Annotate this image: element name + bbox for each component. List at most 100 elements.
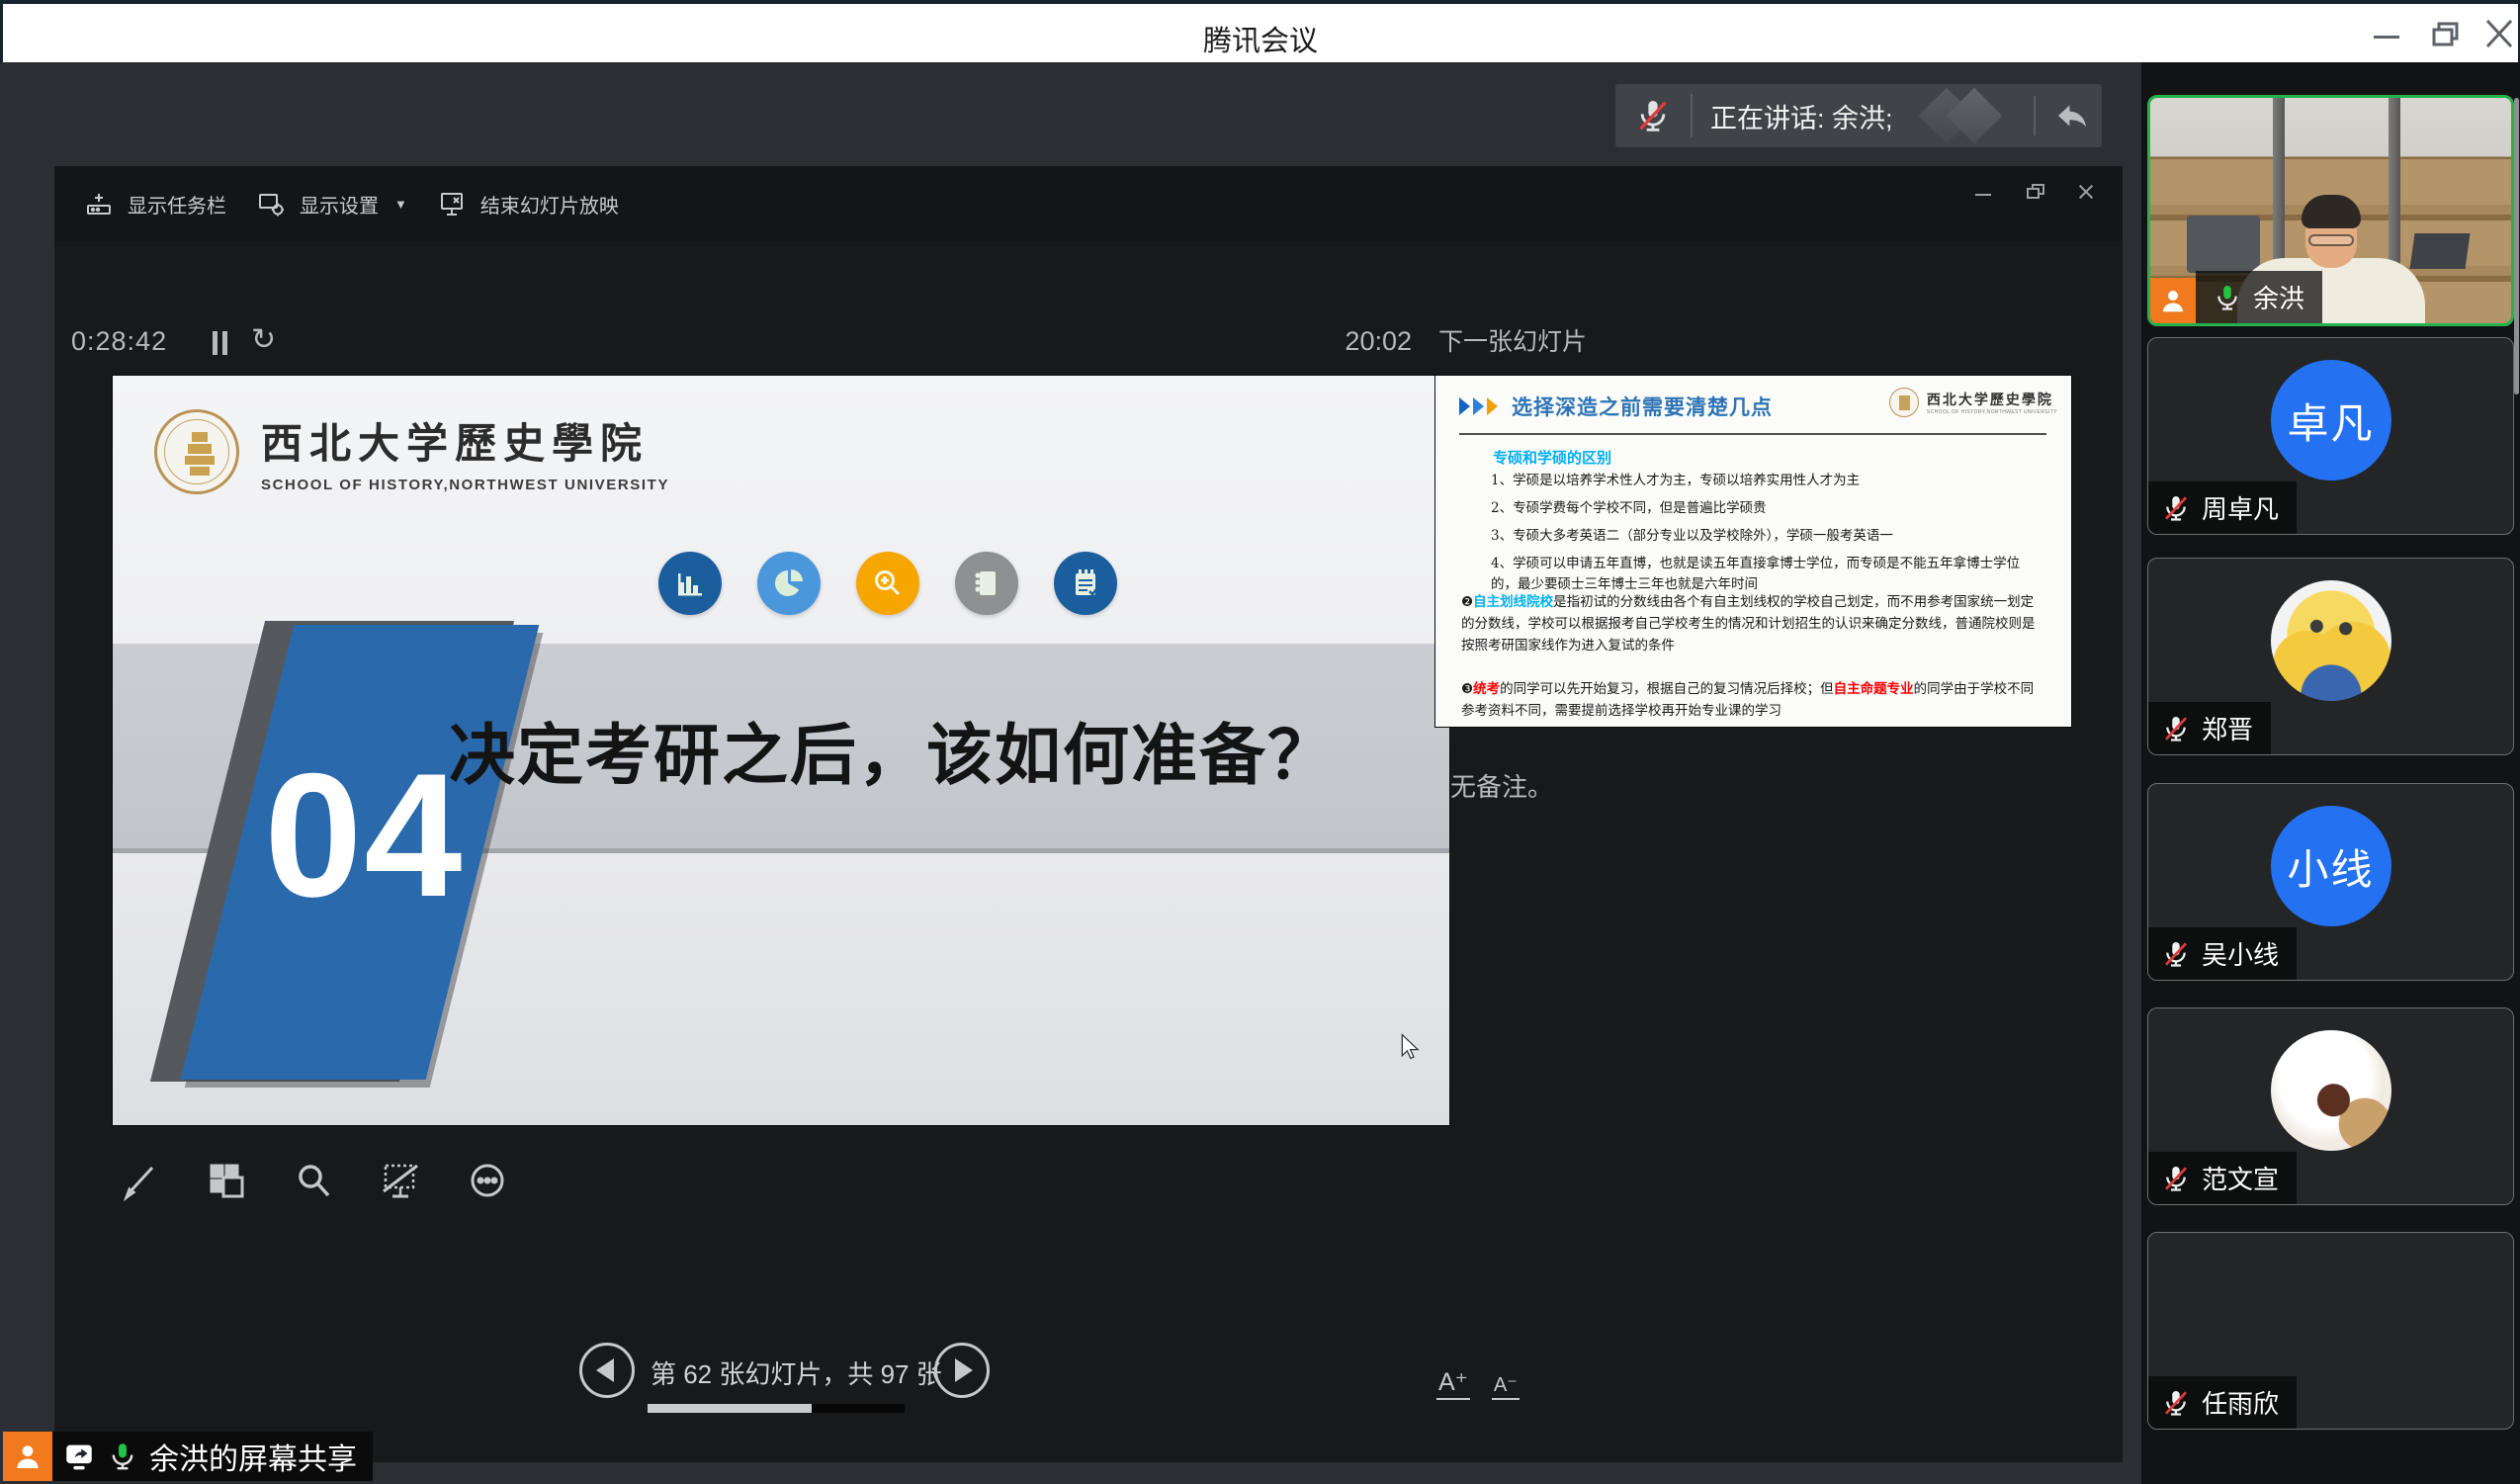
preview-point: 1、学硕是以培养学术性人才为主，专硕以培养实用性人才为主	[1491, 471, 2030, 491]
notes-placeholder: 无备注。	[1450, 767, 1553, 804]
restart-timer-button[interactable]: ↻	[251, 322, 276, 357]
speaking-now-text: 正在讲话: 余洪;	[1710, 97, 1893, 135]
font-decrease-button[interactable]: A⁻	[1492, 1372, 1520, 1400]
pen-tool-button[interactable]	[114, 1155, 165, 1206]
font-increase-button[interactable]: A⁺	[1436, 1367, 1470, 1400]
initials-avatar: 小线	[2271, 806, 2391, 926]
end-slideshow-button[interactable]: 结束幻灯片放映	[437, 189, 619, 218]
preview-header: 选择深造之前需要清楚几点	[1459, 392, 1773, 421]
display-settings-icon	[256, 189, 286, 218]
emphasis-cyan: 自主划线院校	[1473, 594, 1553, 610]
window-title: 腾讯会议	[3, 18, 2518, 59]
preview-points-list: 1、学硕是以培养学术性人才为主，专硕以培养实用性人才为主 2、专硕学费每个学校不…	[1491, 471, 2030, 602]
university-seal-icon	[154, 409, 239, 494]
initials-avatar: 卓凡	[2271, 360, 2391, 480]
muted-mic-icon	[2160, 938, 2192, 970]
slide-progress-bar[interactable]	[648, 1404, 905, 1413]
participant-name-bar: 余洪	[2196, 271, 2322, 323]
preview-point: 2、专硕学费每个学校不同，但是普遍比学硕贵	[1491, 498, 2030, 519]
preview-heading: 专硕和学硕的区别	[1493, 447, 1611, 468]
pie-chart-icon	[757, 552, 821, 615]
sidebar-scrollbar[interactable]	[2514, 98, 2519, 394]
participant-name: 范文宣	[2202, 1160, 2279, 1196]
presenter-restore-button[interactable]	[2024, 180, 2049, 204]
presenter-window-controls	[1972, 180, 2101, 204]
screen-share-icon	[62, 1440, 96, 1473]
participant-tile-renyuxin[interactable]: 任雨欣	[2147, 1232, 2514, 1430]
tencent-meeting-logo-icon	[1921, 90, 2010, 141]
slide-browser-button[interactable]	[201, 1155, 252, 1206]
bullet-2: ❷	[1461, 594, 1473, 610]
pause-timer-button[interactable]	[206, 328, 235, 358]
photo-avatar-minions	[2271, 580, 2391, 701]
participant-tile-zhengjin[interactable]: 郑晋	[2147, 558, 2514, 755]
bullet-3: ❸	[1461, 681, 1473, 697]
slide-position-text: 第 62 张幻灯片，共 97 张	[651, 1354, 927, 1391]
more-options-button[interactable]	[462, 1155, 513, 1206]
university-seal-icon	[1889, 388, 1919, 417]
muted-mic-icon	[1633, 96, 1673, 135]
preview-slide-title: 选择深造之前需要清楚几点	[1512, 392, 1773, 421]
participant-name: 周卓凡	[2202, 489, 2279, 526]
participant-name-bar: 范文宣	[2148, 1152, 2297, 1204]
active-mic-icon	[106, 1440, 139, 1473]
display-settings-label: 显示设置	[300, 190, 379, 218]
participant-tile-wuxiaoxian[interactable]: 小线 吴小线	[2147, 783, 2514, 981]
preview-school-logo: 西北大学歷史學院 SCHOOL OF HISTORY,NORTHWEST UNI…	[1889, 388, 2057, 417]
black-screen-button[interactable]	[375, 1155, 426, 1206]
next-slide-label: 下一张幻灯片	[1438, 322, 1587, 358]
participant-tile-zhouzhuofan[interactable]: 卓凡 周卓凡	[2147, 337, 2514, 535]
muted-mic-icon	[2160, 492, 2192, 524]
annotation-toolbar	[114, 1155, 513, 1206]
timer-row: 0:28:42 ↻ 20:02	[71, 326, 1412, 370]
window-restore-button[interactable]	[2427, 16, 2467, 51]
emphasis-red: 自主命题专业	[1834, 681, 1914, 697]
preview-paragraph-2: ❷自主划线院校是指初试的分数线由各个有自主划线权的学校自己划定，而不用参考国家统…	[1461, 591, 2042, 656]
divider	[2034, 96, 2036, 135]
end-slideshow-icon	[437, 189, 467, 218]
preview-point: 4、学硕可以申请五年直博，也就是读五年直接拿博士学位，而专硕是不能五年拿博士学位…	[1491, 554, 2030, 595]
chevrons-icon	[1459, 397, 1498, 415]
participant-name-bar: 周卓凡	[2148, 481, 2297, 534]
powerpoint-presenter-window: 显示任务栏 显示设置 ▼ 结束幻灯片放映	[54, 166, 2123, 1462]
participant-tile-fanwenxuan[interactable]: 范文宣	[2147, 1007, 2514, 1205]
slide-icon-strip	[658, 552, 1117, 615]
paragraph-3-text: 的同学可以先开始复习，根据自己的复习情况后择校；但	[1500, 681, 1834, 697]
participant-name: 吴小线	[2202, 935, 2279, 972]
display-settings-button[interactable]: 显示设置 ▼	[256, 189, 407, 218]
magnifier-button[interactable]	[288, 1155, 339, 1206]
participant-tile-yuhong[interactable]: 余洪	[2147, 95, 2514, 326]
next-arrow-icon	[955, 1358, 973, 1382]
slide-progress-fill	[648, 1404, 812, 1413]
previous-arrow-icon	[596, 1358, 614, 1382]
school-logo-block: 西北大学歷史學院 SCHOOL OF HISTORY,NORTHWEST UNI…	[154, 409, 669, 494]
notes-font-size-controls: A⁺ A⁻	[1436, 1367, 1520, 1400]
host-badge-icon	[3, 1432, 52, 1481]
presenter-close-button[interactable]	[2075, 180, 2101, 204]
presenter-minimize-button[interactable]	[1972, 180, 1998, 204]
preview-paragraph-3: ❸统考的同学可以先开始复习，根据自己的复习情况后择校；但自主命题专业的同学由于学…	[1461, 678, 2042, 722]
photo-avatar-cat	[2271, 1030, 2391, 1151]
share-indicator-label: 余洪的屏幕共享	[52, 1432, 373, 1481]
participant-name: 余洪	[2253, 279, 2304, 315]
participant-name-bar: 任雨欣	[2148, 1376, 2297, 1429]
window-close-button[interactable]	[2479, 16, 2519, 51]
muted-mic-icon	[2160, 1163, 2192, 1194]
next-slide-button[interactable]	[934, 1343, 990, 1398]
participant-name: 任雨欣	[2202, 1384, 2279, 1421]
divider	[1691, 94, 1693, 137]
speaking-indicator-bar: 正在讲话: 余洪;	[1615, 84, 2102, 147]
window-minimize-button[interactable]	[2368, 16, 2407, 51]
current-slide[interactable]: 西北大学歷史學院 SCHOOL OF HISTORY,NORTHWEST UNI…	[113, 376, 1449, 1125]
school-name-en: SCHOOL OF HISTORY,NORTHWEST UNIVERSITY	[261, 477, 669, 493]
previous-slide-button[interactable]	[579, 1343, 635, 1398]
slide-title: 决定考研之后，该如何准备？	[449, 702, 1336, 798]
current-time: 20:02	[1345, 326, 1412, 357]
next-slide-preview[interactable]: 选择深造之前需要清楚几点 西北大学歷史學院 SCHOOL OF HISTORY,…	[1435, 376, 2071, 727]
elapsed-timer: 0:28:42	[71, 326, 167, 357]
end-slideshow-label: 结束幻灯片放映	[480, 190, 619, 218]
collapse-back-icon[interactable]	[2051, 95, 2093, 136]
show-taskbar-button[interactable]: 显示任务栏	[84, 189, 226, 218]
host-badge-icon	[2150, 278, 2196, 323]
school-name-cn: 西北大学歷史學院	[261, 410, 669, 471]
